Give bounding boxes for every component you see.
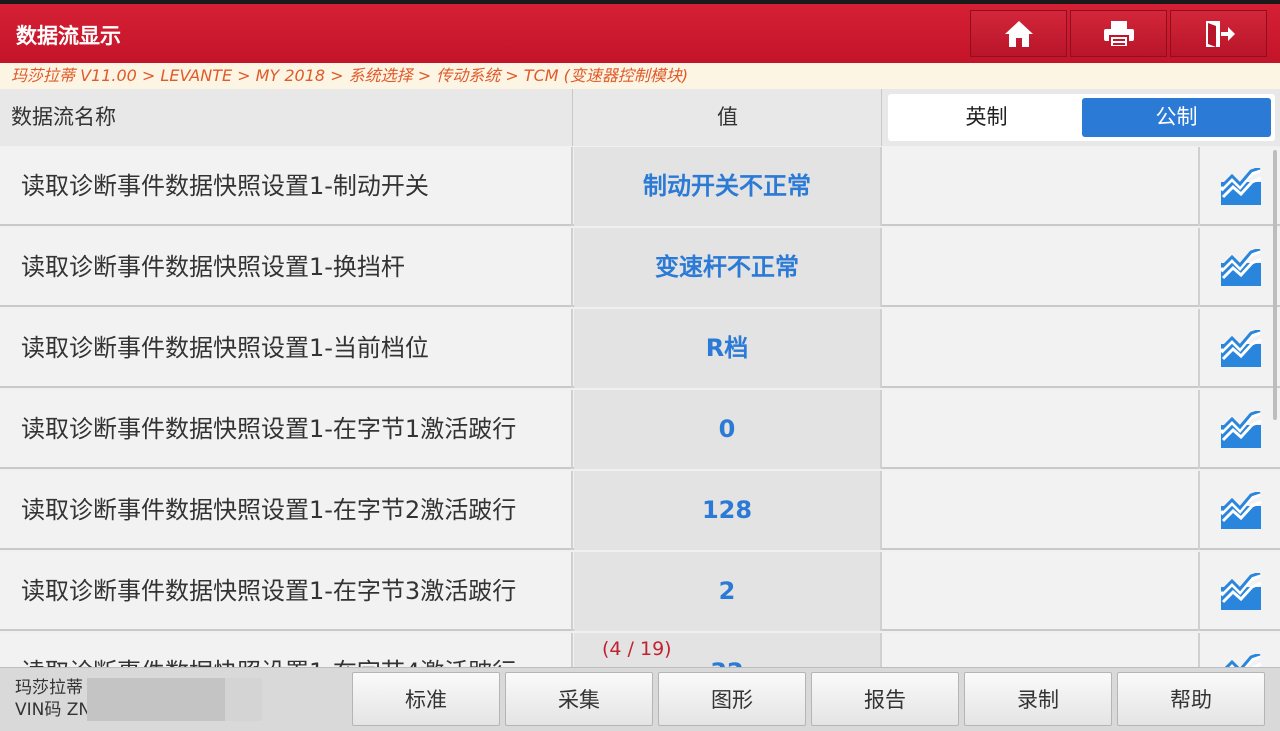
row-value: 2 (574, 552, 882, 631)
column-header-value: 值 (574, 89, 882, 146)
row-value: 128 (574, 471, 882, 550)
trend-chart-icon (1220, 572, 1262, 610)
table-header: 数据流名称 值 英制 公制 (0, 89, 1280, 146)
graph-button[interactable] (1202, 471, 1280, 550)
trend-chart-icon (1220, 491, 1262, 529)
row-unit (883, 552, 1200, 631)
page-title: 数据流显示 (16, 24, 121, 48)
vehicle-make: 玛莎拉蒂 (15, 678, 83, 698)
graph-button[interactable] (1202, 552, 1280, 631)
graph-button[interactable] (1202, 633, 1280, 667)
trend-chart-icon (1224, 653, 1262, 667)
trend-chart-icon (1220, 410, 1262, 448)
row-name: 读取诊断事件数据快照设置1-在字节3激活跛行 (0, 552, 573, 631)
row-value: 制动开关不正常 (574, 147, 882, 226)
scrollbar[interactable] (1273, 150, 1277, 420)
row-unit (883, 390, 1200, 469)
row-name: 读取诊断事件数据快照设置1-在字节2激活跛行 (0, 471, 573, 550)
row-name: 读取诊断事件数据快照设置1-在字节1激活跛行 (0, 390, 573, 469)
table-row[interactable]: 读取诊断事件数据快照设置1-在字节2激活跛行 128 (0, 471, 1280, 550)
home-icon (1004, 20, 1033, 47)
redaction-mask (225, 678, 262, 721)
trend-chart-icon (1220, 167, 1262, 205)
app-window: 数据流显示 玛莎拉蒂 V11.00 > LEVANTE > MY 2018 > … (0, 0, 1280, 731)
column-header-name: 数据流名称 (0, 89, 573, 146)
table-row[interactable]: 读取诊断事件数据快照设置1-当前档位 R档 (0, 309, 1280, 388)
row-name: 读取诊断事件数据快照设置1-当前档位 (0, 309, 573, 388)
row-unit (883, 228, 1200, 307)
trend-chart-icon (1220, 329, 1262, 367)
capture-button[interactable]: 采集 (505, 672, 653, 726)
printer-icon (1103, 20, 1134, 48)
print-button[interactable] (1070, 10, 1167, 57)
help-button[interactable]: 帮助 (1117, 672, 1265, 726)
exit-icon (1205, 20, 1235, 47)
row-unit (883, 471, 1200, 550)
row-value: 0 (574, 390, 882, 469)
vehicle-info: 玛莎拉蒂 VIN码 ZN (15, 677, 91, 721)
standard-button[interactable]: 标准 (352, 672, 500, 726)
row-name: 读取诊断事件数据快照设置1-在字节4激活跛行 (0, 633, 573, 667)
row-value: 变速杆不正常 (574, 228, 882, 307)
row-name: 读取诊断事件数据快照设置1-制动开关 (0, 147, 573, 226)
footer-bar: 玛莎拉蒂 VIN码 ZN 标准 采集 图形 报告 录制 帮助 (0, 667, 1280, 731)
trend-chart-icon (1220, 248, 1262, 286)
graph-button[interactable] (1202, 390, 1280, 469)
unit-imperial-button[interactable]: 英制 (892, 98, 1081, 137)
table-row[interactable]: 读取诊断事件数据快照设置1-制动开关 制动开关不正常 (0, 147, 1280, 226)
breadcrumb: 玛莎拉蒂 V11.00 > LEVANTE > MY 2018 > 系统选择 >… (0, 63, 1280, 89)
title-bar: 数据流显示 (0, 0, 1280, 63)
page-indicator: (4 / 19) (602, 638, 672, 660)
record-button[interactable]: 录制 (964, 672, 1112, 726)
graph-button[interactable] (1202, 228, 1280, 307)
graph-button[interactable] (1202, 309, 1280, 388)
table-row[interactable]: 读取诊断事件数据快照设置1-在字节1激活跛行 0 (0, 390, 1280, 469)
data-stream-list: 读取诊断事件数据快照设置1-制动开关 制动开关不正常 读取诊断事件数据快照设置1… (0, 147, 1280, 667)
row-unit (883, 147, 1200, 226)
row-name: 读取诊断事件数据快照设置1-换挡杆 (0, 228, 573, 307)
exit-button[interactable] (1170, 10, 1267, 57)
row-unit (883, 633, 1200, 667)
graph-button[interactable] (1202, 147, 1280, 226)
row-value: R档 (574, 309, 882, 388)
unit-metric-button[interactable]: 公制 (1082, 98, 1271, 137)
vehicle-vin: VIN码 ZN (15, 700, 92, 720)
home-button[interactable] (970, 10, 1067, 57)
table-row[interactable]: 读取诊断事件数据快照设置1-换挡杆 变速杆不正常 (0, 228, 1280, 307)
unit-toggle: 英制 公制 (888, 94, 1275, 141)
table-row[interactable]: 读取诊断事件数据快照设置1-在字节3激活跛行 2 (0, 552, 1280, 631)
report-button[interactable]: 报告 (811, 672, 959, 726)
graph-view-button[interactable]: 图形 (658, 672, 806, 726)
row-unit (883, 309, 1200, 388)
